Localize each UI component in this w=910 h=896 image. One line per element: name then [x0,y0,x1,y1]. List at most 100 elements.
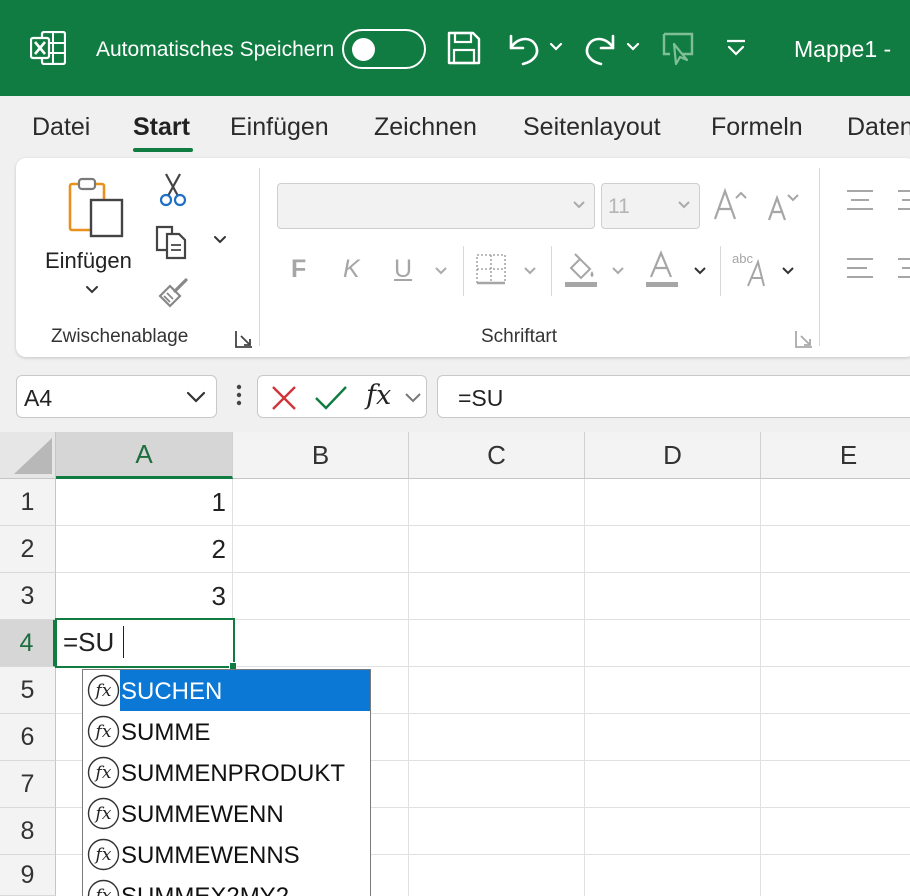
format-painter-icon[interactable] [156,276,190,310]
underline-button[interactable]: U [394,255,412,284]
italic-button[interactable]: K [343,255,360,284]
tab-zeichnen[interactable]: Zeichnen [374,113,477,142]
active-cell-a4[interactable]: =SU [55,618,235,668]
align-top-icon[interactable] [845,188,875,212]
active-tab-indicator [133,148,193,152]
tab-datei[interactable]: Datei [32,113,90,142]
row-header-7[interactable]: 7 [0,761,56,808]
font-color-dropdown-icon[interactable] [693,266,707,276]
cell-a2[interactable]: 2 [57,526,230,572]
column-header-d[interactable]: D [585,432,761,479]
redo-icon[interactable] [583,30,643,66]
autocomplete-item[interactable]: fx SUMMEWENNS [83,834,370,875]
autocomplete-item-label: SUMME [121,719,211,746]
cell-a1[interactable]: 1 [57,479,230,525]
document-title: Mappe1 - [794,36,892,62]
fill-color-dropdown-icon[interactable] [611,266,625,276]
gridline [584,479,585,896]
cancel-entry-icon[interactable] [270,384,298,412]
tab-formeln[interactable]: Formeln [711,113,803,142]
row-header-8[interactable]: 8 [0,808,56,855]
function-icon: fx [87,715,120,748]
fill-color-icon[interactable] [563,250,599,288]
group-separator [259,168,260,346]
autocomplete-item[interactable]: fx SUCHEN [83,670,370,711]
autocomplete-item-label: SUMMEX2MY2 [120,875,370,896]
toggle-knob [352,38,375,61]
copy-dropdown-icon[interactable] [212,234,228,246]
function-icon-label: fx [94,845,112,865]
align-left-icon[interactable] [845,256,875,280]
row-header-4[interactable]: 4 [0,620,56,667]
autocomplete-item[interactable]: fx SUMMEX2MY2 [83,875,370,896]
phonetic-guide-icon[interactable]: abc [730,250,770,288]
more-options-icon[interactable] [236,384,242,406]
decrease-font-size-icon[interactable] [766,190,800,222]
touch-mode-icon[interactable] [660,30,696,66]
font-dialog-launcher-icon[interactable] [794,329,814,349]
formula-buttons: fx [257,375,427,418]
tab-start[interactable]: Start [133,113,190,142]
font-color-icon[interactable] [644,250,680,288]
customize-toolbar-icon[interactable] [724,30,748,66]
toolbar-separator [463,246,464,296]
chevron-down-icon [573,201,585,209]
phonetic-dropdown-icon[interactable] [781,266,795,276]
function-icon: fx [87,838,120,871]
tab-einfuegen[interactable]: Einfügen [230,113,329,142]
borders-dropdown-icon[interactable] [523,266,537,276]
clipboard-dialog-launcher-icon[interactable] [234,329,254,349]
save-icon[interactable] [446,30,482,66]
autocomplete-item[interactable]: fx SUMMEWENN [83,793,370,834]
borders-icon[interactable] [474,252,508,286]
cut-scissors-icon[interactable] [158,172,188,208]
cell-a3[interactable]: 3 [57,573,230,619]
undo-icon[interactable] [505,30,565,66]
autocomplete-item-label: SUMMEWENN [121,801,284,828]
paste-dropdown-icon[interactable] [84,284,100,296]
autocomplete-item[interactable]: fx SUMMENPRODUKT [83,752,370,793]
autosave-toggle[interactable] [342,29,426,69]
svg-text:abc: abc [732,251,753,266]
text-caret [123,626,124,658]
name-box[interactable]: A4 [16,375,217,418]
function-icon: fx [87,674,120,707]
tab-daten[interactable]: Daten [847,113,910,142]
function-icon-label: fx [94,681,112,701]
font-family-select[interactable] [277,183,595,229]
paste-button-label[interactable]: Einfügen [45,248,132,274]
paste-clipboard-icon[interactable] [67,176,125,238]
row-header-9[interactable]: 9 [0,855,56,896]
autocomplete-item-label: SUMMEWENNS [121,842,300,869]
name-box-value: A4 [24,385,53,411]
excel-logo-icon[interactable] [30,31,66,65]
font-size-select[interactable]: 11 [601,183,700,229]
function-icon: fx [87,797,120,830]
column-header-c[interactable]: C [409,432,585,479]
confirm-entry-icon[interactable] [314,384,348,412]
underline-dropdown-icon[interactable] [434,266,448,276]
chevron-down-icon[interactable] [404,392,422,404]
column-header-a[interactable]: A [56,432,233,479]
insert-function-button[interactable]: fx [366,380,391,411]
autocomplete-item[interactable]: fx SUMME [83,711,370,752]
row-header-1[interactable]: 1 [0,479,56,526]
copy-icon[interactable] [154,224,190,260]
bold-button[interactable]: F [291,255,306,284]
tab-seitenlayout[interactable]: Seitenlayout [523,113,661,142]
autosave-label: Automatisches Speichern [96,38,335,61]
row-header-6[interactable]: 6 [0,714,56,761]
increase-font-size-icon[interactable] [712,186,748,222]
formula-input[interactable]: =SU [437,375,910,418]
row-header-3[interactable]: 3 [0,573,56,620]
align-middle-icon[interactable] [896,188,910,212]
column-header-e[interactable]: E [761,432,910,479]
align-center-icon[interactable] [896,256,910,280]
select-all-corner[interactable] [0,432,56,479]
row-header-2[interactable]: 2 [0,526,56,573]
row-header-5[interactable]: 5 [0,667,56,714]
chevron-down-icon[interactable] [186,391,206,404]
font-size-value: 11 [608,195,630,218]
column-header-b[interactable]: B [233,432,409,479]
function-icon: fx [87,879,120,896]
